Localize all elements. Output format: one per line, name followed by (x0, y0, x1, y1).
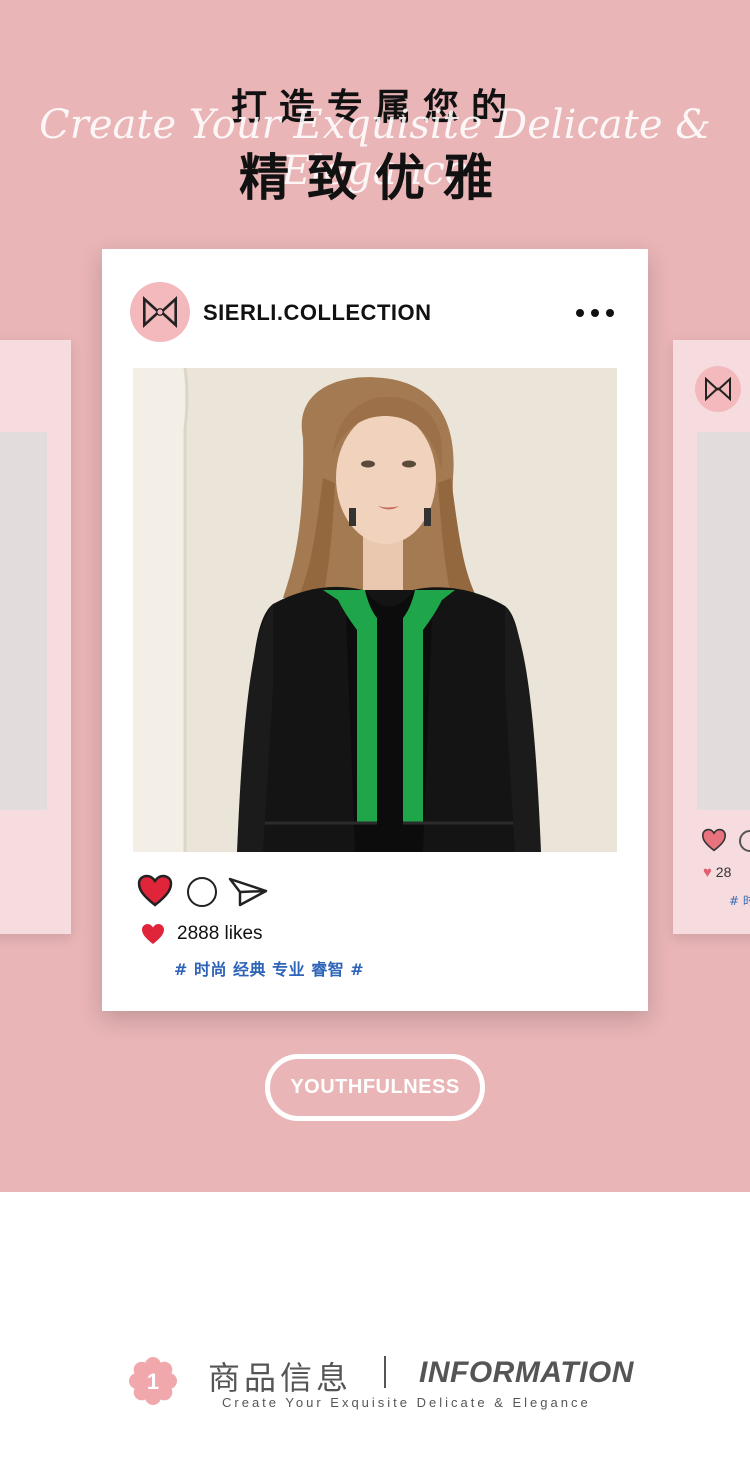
likes-count: 2888 likes (177, 923, 263, 944)
logo-icon (695, 366, 741, 412)
side-likes: ♥ 28 (703, 864, 732, 881)
heart-icon (142, 924, 164, 944)
youthfulness-button[interactable]: YOUTHFULNESS (265, 1054, 485, 1121)
side-card-left-photo (0, 432, 47, 810)
heart-icon[interactable] (701, 828, 727, 852)
post-card: SIERLI.COLLECTION 2888 likes # 时尚 经典 专业 … (102, 249, 648, 1011)
side-tags: # 时 (729, 894, 750, 908)
hero-section: 打造专属您的 Create Your Exquisite Delicate & … (0, 0, 750, 1192)
info-title-en: INFORMATION (419, 1356, 634, 1389)
post-photo (133, 368, 617, 852)
share-icon[interactable] (228, 875, 268, 909)
more-icon[interactable] (576, 307, 614, 319)
info-title-cn: 商品信息 (208, 1359, 353, 1397)
comment-icon[interactable] (187, 877, 217, 907)
comment-icon[interactable] (739, 830, 750, 852)
heading-line2: 精致优雅 (239, 149, 511, 207)
section-number: 1 (147, 1369, 159, 1394)
avatar[interactable] (130, 282, 190, 342)
heart-icon[interactable] (137, 874, 173, 907)
side-card-left[interactable] (0, 340, 71, 934)
likes-row: 2888 likes (141, 922, 263, 946)
divider (384, 1356, 386, 1388)
flower-icon: 1 (129, 1357, 177, 1405)
info-subtitle: Create Your Exquisite Delicate & Eleganc… (222, 1395, 591, 1410)
logo-icon (143, 295, 177, 329)
side-card-right[interactable]: ♥ 28 # 时 (673, 340, 750, 934)
side-card-right-photo (697, 432, 750, 810)
username[interactable]: SIERLI.COLLECTION (203, 300, 432, 326)
post-tags[interactable]: # 时尚 经典 专业 睿智 # (174, 956, 364, 980)
